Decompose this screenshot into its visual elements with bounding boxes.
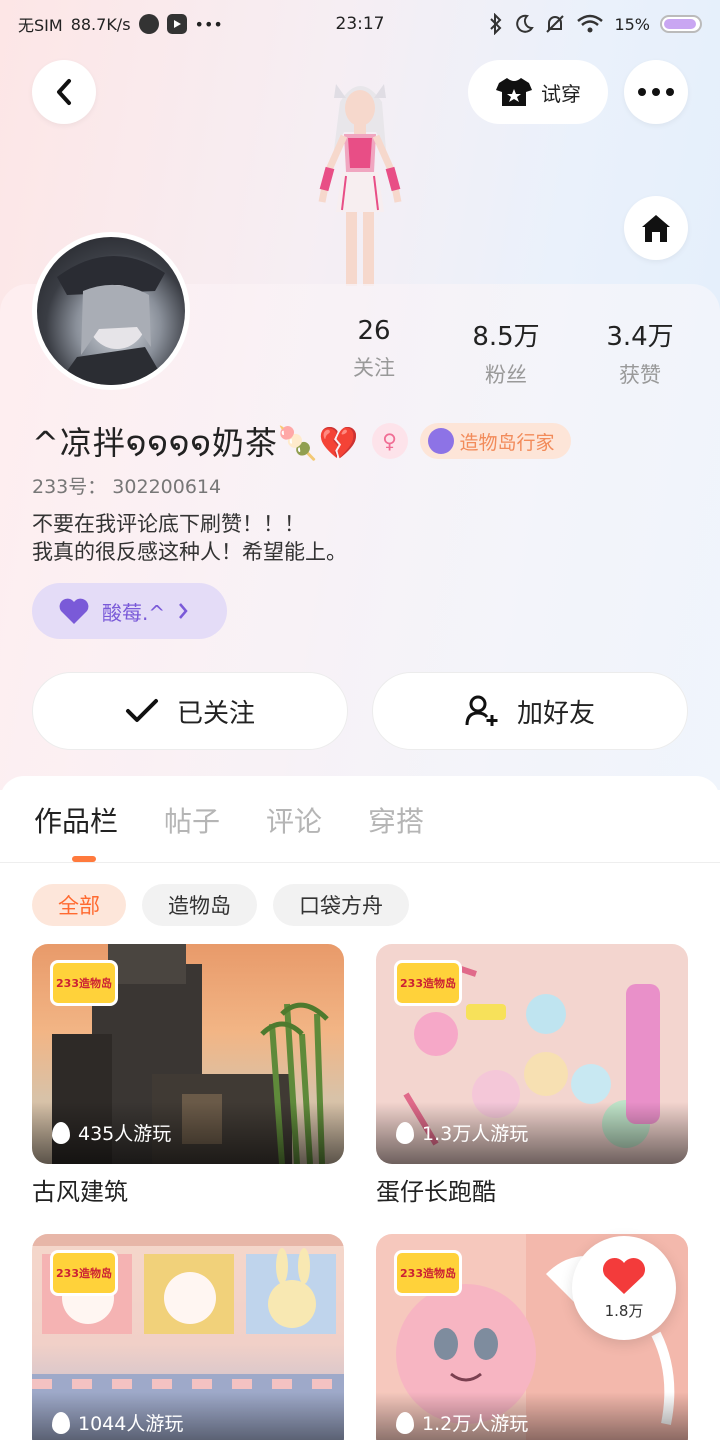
tab-outfits[interactable]: 穿搭	[368, 800, 424, 840]
more-button[interactable]	[624, 60, 688, 124]
play-count: 1.2万人游玩	[396, 1409, 528, 1436]
stat-value: 8.5万	[472, 322, 540, 352]
play-count: 1044人游玩	[52, 1409, 183, 1436]
game-card[interactable]: 233造物岛 1044人游玩	[32, 1234, 344, 1440]
followed-button[interactable]: 已关注	[32, 672, 348, 750]
tshirt-icon	[496, 78, 532, 106]
creation-island-logo: 233造物岛	[50, 1250, 118, 1296]
more-dots-icon	[638, 88, 674, 96]
status-time: 23:17	[335, 14, 385, 34]
filter-pocket-ark[interactable]: 口袋方舟	[273, 884, 409, 926]
play-count-text: 1.2万人游玩	[422, 1413, 529, 1435]
add-user-icon	[465, 695, 498, 726]
check-icon	[125, 699, 158, 722]
back-button[interactable]	[32, 60, 96, 124]
user-id: 233号： 302200614	[32, 476, 222, 498]
relation-chip[interactable]: 酸莓.^	[32, 583, 227, 639]
stat-label: 关注	[353, 356, 395, 380]
badge-icon	[427, 428, 454, 454]
play-count-text: 435人游玩	[78, 1123, 172, 1145]
stat-label: 粉丝	[485, 363, 527, 387]
bio-line: 我真的很反感这种人！希望能上。	[32, 540, 347, 564]
chevron-left-icon	[57, 79, 71, 105]
flame-icon	[52, 1411, 70, 1434]
try-on-button[interactable]: 试穿	[468, 60, 608, 124]
stat-label: 获赞	[619, 363, 661, 387]
creation-island-logo: 233造物岛	[394, 960, 462, 1006]
stat-following[interactable]: 26 关注	[312, 316, 436, 389]
game-title: 蛋仔长跑酷	[376, 1178, 496, 1206]
flame-icon	[52, 1121, 70, 1144]
avatar[interactable]	[32, 232, 190, 390]
nickname-row: ^凉拌໑໑໑໑奶茶🍡💔 ♀ 造物岛行家	[32, 418, 571, 464]
add-friend-label: 加好友	[516, 698, 595, 729]
creator-tag-badge[interactable]: 造物岛行家	[419, 423, 571, 459]
creation-island-logo: 233造物岛	[394, 1250, 462, 1296]
filter-all[interactable]: 全部	[32, 884, 126, 926]
stat-followers[interactable]: 8.5万 粉丝	[444, 316, 568, 389]
filter-chips: 全部 造物岛 口袋方舟	[32, 884, 409, 926]
play-count: 435人游玩	[52, 1119, 171, 1146]
floating-like-button[interactable]: 1.8万	[572, 1236, 676, 1340]
bio-line: 不要在我评论底下刷赞！！！	[32, 512, 305, 536]
flame-icon	[396, 1411, 414, 1434]
tab-posts[interactable]: 帖子	[164, 800, 220, 840]
game-thumbnail: 233造物岛 1044人游玩	[32, 1234, 344, 1440]
play-count-text: 1044人游玩	[78, 1413, 184, 1435]
relation-label: 酸莓.^	[102, 600, 166, 625]
play-count-text: 1.3万人游玩	[422, 1123, 529, 1145]
creation-island-logo: 233造物岛	[50, 960, 118, 1006]
stat-value: 3.4万	[606, 322, 674, 352]
nickname: ^凉拌໑໑໑໑奶茶🍡💔	[32, 424, 360, 462]
game-title: 古风建筑	[32, 1178, 128, 1206]
stat-likes[interactable]: 3.4万 获赞	[578, 316, 702, 389]
status-bar: 无SIM 88.7K/s ••• 23:17 15%	[0, 0, 720, 48]
game-thumbnail: 233造物岛 435人游玩	[32, 944, 344, 1164]
tab-works[interactable]: 作品栏	[34, 800, 118, 840]
chevron-right-icon	[179, 603, 188, 619]
followed-label: 已关注	[176, 698, 255, 729]
try-on-label: 试穿	[541, 81, 581, 106]
female-gender-icon: ♀	[371, 423, 408, 459]
like-count: 1.8万	[604, 1301, 644, 1320]
add-friend-button[interactable]: 加好友	[372, 672, 688, 750]
home-icon	[642, 215, 670, 242]
tab-comments[interactable]: 评论	[266, 800, 322, 840]
game-thumbnail: 233造物岛 1.3万人游玩	[376, 944, 688, 1164]
profile-stats: 26 关注 8.5万 粉丝 3.4万 获赞	[312, 316, 712, 389]
profile-tabs: 作品栏 帖子 评论 穿搭	[34, 800, 424, 840]
purple-heart-icon	[59, 598, 89, 624]
stat-value: 26	[357, 316, 391, 346]
home-button[interactable]	[624, 196, 688, 260]
tag-label: 造物岛行家	[459, 431, 555, 454]
bio: 不要在我评论底下刷赞！！！ 我真的很反感这种人！希望能上。	[32, 510, 347, 566]
avatar-3d-figure[interactable]	[298, 72, 422, 286]
flame-icon	[396, 1121, 414, 1144]
filter-creation-island[interactable]: 造物岛	[142, 884, 257, 926]
play-count: 1.3万人游玩	[396, 1119, 528, 1146]
game-card[interactable]: 233造物岛 435人游玩 古风建筑	[32, 944, 344, 1207]
divider	[0, 862, 720, 863]
game-card[interactable]: 233造物岛 1.3万人游玩 蛋仔长跑酷	[376, 944, 688, 1207]
heart-icon	[602, 1257, 646, 1294]
